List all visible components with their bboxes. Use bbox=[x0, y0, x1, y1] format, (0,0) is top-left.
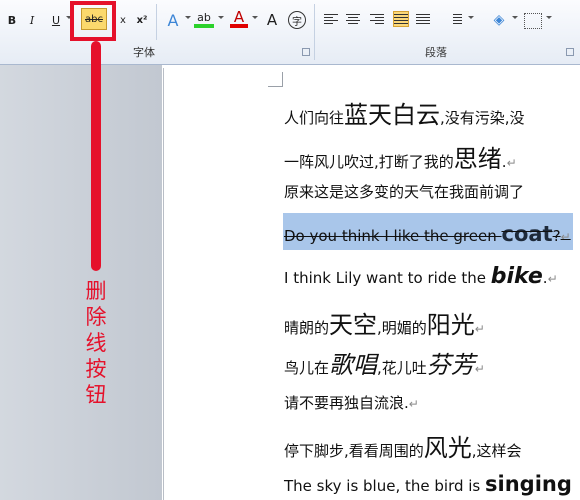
font-color-dropdown-icon[interactable] bbox=[252, 16, 258, 19]
doc-line-6[interactable]: 晴朗的天空,明媚的阳光↵ bbox=[284, 305, 485, 340]
line-spacing-icon[interactable] bbox=[448, 12, 462, 26]
ribbon-separator bbox=[156, 4, 157, 40]
superscript-button[interactable]: x² bbox=[134, 10, 150, 30]
shading-dropdown-icon[interactable] bbox=[512, 16, 518, 19]
borders-dropdown-icon[interactable] bbox=[546, 16, 552, 19]
paragraph-dialog-launcher-icon[interactable] bbox=[566, 48, 574, 56]
align-center-icon[interactable] bbox=[346, 12, 360, 26]
align-right-icon[interactable] bbox=[370, 12, 384, 26]
font-group-label: 字体 bbox=[133, 46, 155, 59]
justify-icon[interactable] bbox=[393, 11, 409, 27]
ribbon-group-separator bbox=[314, 4, 315, 60]
doc-line-8[interactable]: 请不要再独自流浪.↵ bbox=[284, 392, 419, 413]
subscript-button[interactable]: x bbox=[116, 10, 130, 30]
phonetic-guide-button[interactable]: A bbox=[264, 10, 280, 30]
underline-button[interactable]: U bbox=[48, 10, 64, 30]
italic-button[interactable]: I bbox=[24, 10, 40, 30]
line-spacing-dropdown-icon[interactable] bbox=[468, 16, 474, 19]
font-dialog-launcher-icon[interactable] bbox=[302, 48, 310, 56]
doc-line-5[interactable]: I think Lily want to ride the bike.↵ bbox=[284, 264, 558, 289]
callout-label: 删除线按钮 bbox=[85, 279, 107, 407]
align-left-icon[interactable] bbox=[324, 12, 338, 26]
doc-line-9[interactable]: 停下脚步,看看周围的风光,这样会 bbox=[284, 428, 522, 463]
margin-corner-mark bbox=[268, 72, 283, 87]
strikethrough-highlight-box bbox=[70, 1, 116, 41]
bold-button[interactable]: B bbox=[4, 10, 20, 30]
doc-line-10[interactable]: The sky is blue, the bird is singing bbox=[284, 472, 572, 496]
callout-arrow bbox=[91, 41, 101, 271]
borders-icon[interactable] bbox=[524, 13, 542, 29]
doc-line-7[interactable]: 鸟儿在歌唱,花儿吐芬芳↵ bbox=[284, 345, 485, 380]
doc-line-4-selected[interactable]: Do you think I like the green coat?↵ bbox=[284, 222, 571, 246]
enclose-characters-button[interactable]: 字 bbox=[288, 11, 306, 29]
text-effect-button[interactable]: A bbox=[164, 10, 182, 30]
highlight-dropdown-icon[interactable] bbox=[218, 16, 224, 19]
doc-line-2[interactable]: 一阵风儿吹过,打断了我的思绪.↵ bbox=[284, 139, 517, 174]
font-color-button[interactable]: A bbox=[230, 8, 248, 28]
highlight-color-button[interactable]: ab bbox=[194, 10, 214, 28]
distributed-icon[interactable] bbox=[416, 12, 430, 26]
text-effect-dropdown-icon[interactable] bbox=[185, 16, 191, 19]
paragraph-group-label: 段落 bbox=[425, 46, 447, 59]
shading-icon[interactable]: ◈ bbox=[490, 10, 508, 30]
document-gutter bbox=[0, 65, 162, 500]
doc-line-3[interactable]: 原来这是这多变的天气在我面前调了 bbox=[284, 181, 524, 202]
doc-line-1[interactable]: 人们向往蓝天白云,没有污染,没 bbox=[284, 95, 525, 130]
